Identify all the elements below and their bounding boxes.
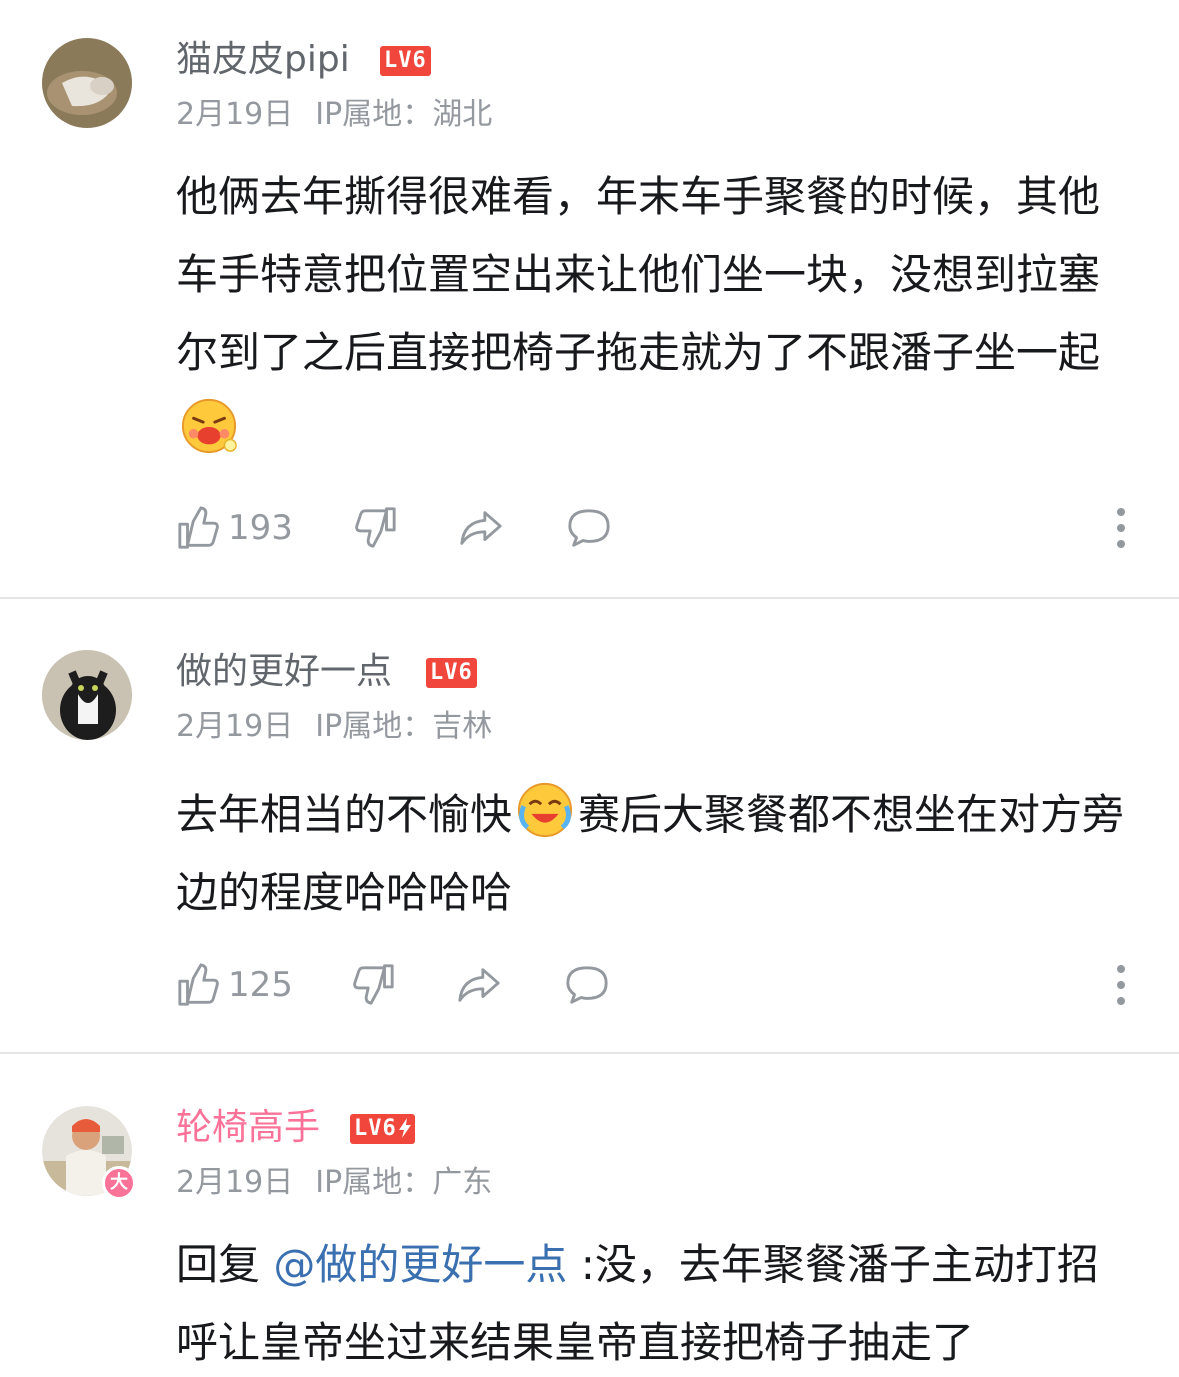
- comment-divider: [0, 1052, 1179, 1054]
- comment-date: 2月19日: [176, 97, 294, 132]
- comment-date: 2月19日: [176, 1165, 294, 1200]
- username[interactable]: 轮椅高手: [176, 1106, 320, 1150]
- comment-meta: 2月19日 IP属地：湖北: [176, 95, 492, 135]
- reply-prefix: 回复: [176, 1240, 261, 1289]
- comment-actions: 125: [176, 960, 1136, 1010]
- thumbs-down-icon: [353, 964, 394, 1005]
- share-icon: [458, 968, 500, 1002]
- comment-meta: 2月19日 IP属地：广东: [176, 1163, 492, 1203]
- share-icon: [460, 511, 502, 545]
- avatar[interactable]: [42, 38, 132, 128]
- comment-meta: 2月19日 IP属地：吉林: [176, 707, 492, 747]
- like-count: 193: [228, 508, 293, 548]
- like-button[interactable]: 125: [176, 960, 293, 1010]
- mention-link[interactable]: @做的更好一点: [273, 1240, 567, 1289]
- more-vertical-icon[interactable]: [1106, 503, 1136, 553]
- comment-text-content: 他俩去年撕得很难看，年末车手聚餐的时候，其他车手特意把位置空出来让他们坐一块，没…: [176, 172, 1101, 377]
- level-badge: LV6: [350, 1114, 415, 1144]
- comment-text: 他俩去年撕得很难看，年末车手聚餐的时候，其他车手特意把位置空出来让他们坐一块，没…: [176, 158, 1126, 470]
- level-badge: LV6: [426, 658, 477, 688]
- thumbs-up-icon: [178, 963, 219, 1006]
- avatar[interactable]: [42, 650, 132, 740]
- username[interactable]: 做的更好一点: [176, 650, 392, 694]
- comment-date: 2月19日: [176, 709, 294, 744]
- comment-actions: 193: [176, 503, 1136, 553]
- like-count: 125: [228, 965, 293, 1005]
- laughing-crying-emoji-icon: [517, 782, 573, 838]
- dislike-button[interactable]: [350, 960, 396, 1010]
- username[interactable]: 猫皮皮pipi: [176, 38, 350, 82]
- ip-location: IP属地：吉林: [315, 709, 493, 744]
- reply-button[interactable]: [566, 503, 612, 553]
- reply-button[interactable]: [564, 960, 610, 1010]
- level-badge: LV6: [380, 46, 431, 76]
- thumbs-up-icon: [178, 506, 219, 549]
- thumbs-down-icon: [355, 507, 396, 548]
- level-text: LV6: [354, 1116, 397, 1141]
- emoji-icon: [181, 398, 237, 454]
- avatar-badge: 大: [102, 1166, 136, 1200]
- comment-text-content: 去年相当的不愉快: [176, 790, 513, 839]
- avatar-image: [42, 650, 132, 740]
- comment-text: 去年相当的不愉快 赛后大聚餐都不想坐在对方旁边的程度哈哈哈哈: [176, 776, 1126, 932]
- dislike-button[interactable]: [352, 503, 398, 553]
- lightning-icon: [398, 1118, 411, 1138]
- ip-location: IP属地：湖北: [315, 97, 493, 132]
- more-vertical-icon[interactable]: [1106, 960, 1136, 1010]
- comment-text: 回复 @做的更好一点 :没，去年聚餐潘子主动打招呼让皇帝坐过来结果皇帝直接把椅子…: [176, 1226, 1126, 1377]
- comment-divider: [0, 597, 1179, 599]
- ip-location: IP属地：广东: [315, 1165, 493, 1200]
- share-button[interactable]: [456, 960, 502, 1010]
- avatar-image: [42, 38, 132, 128]
- share-button[interactable]: [458, 503, 504, 553]
- avatar[interactable]: 大: [42, 1106, 136, 1200]
- comment-icon: [568, 509, 610, 547]
- like-button[interactable]: 193: [176, 503, 293, 553]
- comment-icon: [566, 966, 608, 1004]
